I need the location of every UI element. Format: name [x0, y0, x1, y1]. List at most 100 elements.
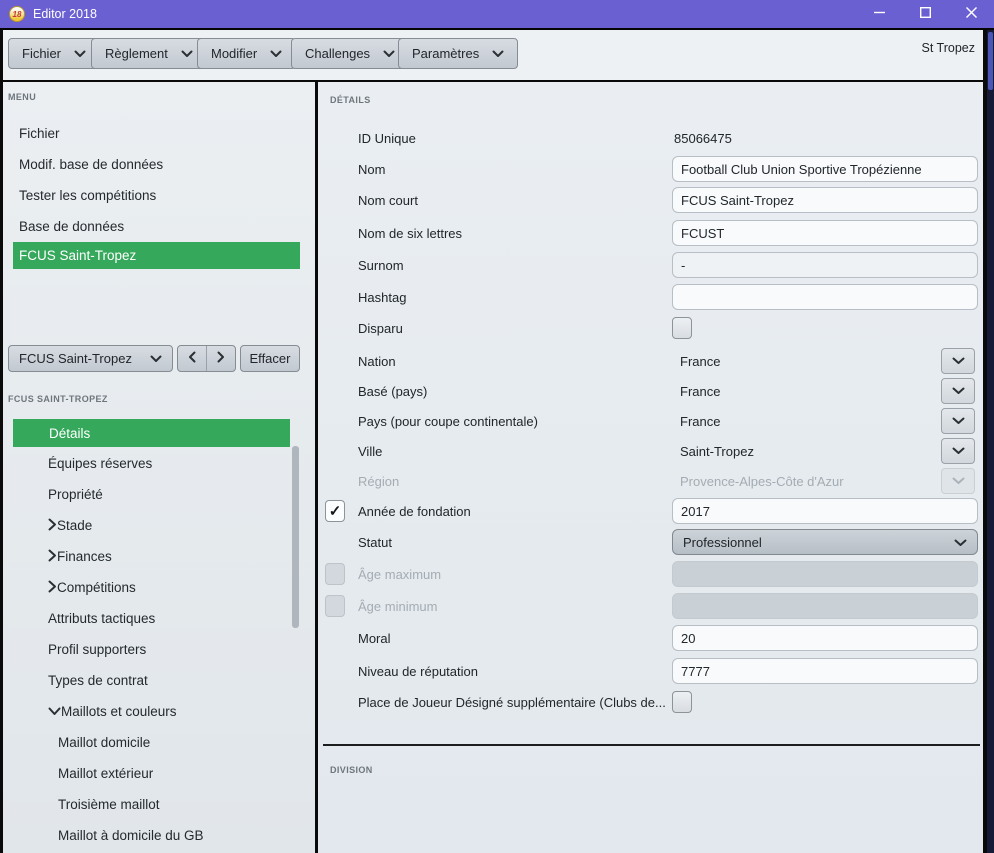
ville-dropdown-button[interactable] [941, 438, 975, 464]
menu-button-label: Règlement [105, 46, 168, 61]
chevron-right-icon [48, 549, 57, 565]
annee-fondation-checkbox[interactable]: ✓ [325, 500, 345, 522]
nom-input[interactable] [672, 156, 978, 182]
page-scrollbar-track[interactable] [987, 30, 994, 853]
statut-select[interactable]: Professionnel [672, 529, 978, 555]
field-row-disparu: Disparu [318, 315, 983, 341]
menu-button-challenges[interactable]: Challenges [291, 38, 410, 69]
base-pays-dropdown-button[interactable] [941, 378, 975, 404]
field-label: Niveau de réputation [358, 663, 478, 679]
surnom-input[interactable] [672, 252, 978, 278]
previous-record-button[interactable] [178, 346, 207, 371]
menu-button-label: Challenges [305, 46, 371, 61]
nation-dropdown-button[interactable] [941, 348, 975, 374]
sidebar-item-label: Base de données [19, 219, 125, 234]
menu-button-fichier[interactable]: Fichier [8, 38, 101, 69]
sidebar-item-modif-base[interactable]: Modif. base de données [3, 149, 315, 180]
disparu-checkbox[interactable] [672, 317, 692, 339]
nav-item-label: Compétitions [57, 580, 136, 595]
sidebar-item-base-donnees[interactable]: Base de données [3, 211, 315, 242]
menu-button-label: Modifier [211, 46, 258, 61]
field-label: Région [358, 473, 400, 489]
field-label: Disparu [358, 320, 403, 336]
sidebar-item-fichier[interactable]: Fichier [3, 118, 315, 149]
sidebar-menu-header: MENU [8, 92, 37, 102]
nav-item-label: Détails [49, 425, 91, 441]
close-button[interactable] [948, 0, 994, 28]
record-selector-value: FCUS Saint-Tropez [19, 351, 132, 366]
menu-button-modifier[interactable]: Modifier [197, 38, 297, 69]
sidebar: MENU Fichier Modif. base de données Test… [3, 82, 315, 853]
reputation-input[interactable] [672, 658, 978, 684]
chevron-down-icon [952, 412, 965, 430]
nav-item-maillot-exterieur[interactable]: Maillot extérieur [3, 758, 298, 789]
field-label: Année de fondation [358, 503, 471, 519]
field-row-nom-six-lettres: Nom de six lettres [318, 220, 983, 246]
nav-item-propriete[interactable]: Propriété [3, 479, 298, 510]
field-label: ID Unique [358, 130, 416, 146]
record-selector-dropdown[interactable]: FCUS Saint-Tropez [8, 345, 173, 372]
field-row-nom: Nom [318, 156, 983, 182]
nav-item-label: Équipes réserves [48, 456, 153, 471]
chevron-down-icon [952, 352, 965, 370]
field-row-hashtag: Hashtag [318, 284, 983, 310]
chevron-right-icon [48, 518, 57, 534]
chevron-down-icon [954, 535, 967, 550]
pays-coupe-dropdown-button[interactable] [941, 408, 975, 434]
field-row-reputation: Niveau de réputation [318, 658, 983, 684]
field-row-nom-court: Nom court [318, 187, 983, 213]
field-row-statut: Statut Professionnel [318, 529, 983, 555]
nav-item-stade[interactable]: Stade [3, 510, 298, 541]
place-joueur-checkbox[interactable] [672, 691, 692, 713]
nav-item-maillot-domicile-gb[interactable]: Maillot à domicile du GB [3, 820, 298, 851]
context-label: St Tropez [921, 41, 976, 55]
sidebar-scrollbar-thumb[interactable] [292, 446, 299, 628]
chevron-down-icon [952, 382, 965, 400]
region-dropdown-button [941, 468, 975, 494]
nav-item-maillot-domicile[interactable]: Maillot domicile [3, 727, 298, 758]
details-panel: DÉTAILS ID Unique 85066475 Nom Nom court… [318, 82, 983, 853]
nom-six-lettres-input[interactable] [672, 220, 978, 246]
field-label: Statut [358, 534, 392, 550]
age-maximum-checkbox [325, 563, 345, 585]
sidebar-item-label: FCUS Saint-Tropez [19, 248, 137, 263]
chevron-down-icon [952, 472, 965, 490]
menu-button-reglement[interactable]: Règlement [91, 38, 207, 69]
region-value: Provence-Alpes-Côte d'Azur [680, 473, 844, 489]
field-row-age-minimum: Âge minimum [318, 593, 983, 619]
field-label: Hashtag [358, 289, 407, 305]
nav-item-details[interactable]: Détails [13, 419, 290, 447]
annee-fondation-input[interactable] [672, 498, 978, 524]
maximize-button[interactable] [902, 0, 948, 28]
nav-item-profil-supporters[interactable]: Profil supporters [3, 634, 298, 665]
nav-item-types-contrat[interactable]: Types de contrat [3, 665, 298, 696]
age-minimum-checkbox [325, 595, 345, 617]
hashtag-input[interactable] [672, 284, 978, 310]
nav-item-finances[interactable]: Finances [3, 541, 298, 572]
chevron-down-icon [74, 50, 86, 58]
field-row-annee-fondation: ✓ Année de fondation [318, 498, 983, 524]
nav-item-competitions[interactable]: Compétitions [3, 572, 298, 603]
menu-button-parametres[interactable]: Paramètres [398, 38, 519, 69]
moral-input[interactable] [672, 625, 978, 651]
field-row-age-maximum: Âge maximum [318, 561, 983, 587]
minimize-button[interactable] [856, 0, 902, 28]
sidebar-section-header: FCUS SAINT-TROPEZ [8, 394, 108, 404]
page-scrollbar-thumb[interactable] [988, 32, 993, 90]
clear-button[interactable]: Effacer [240, 345, 300, 372]
nav-item-maillots-couleurs[interactable]: Maillots et couleurs [3, 696, 298, 727]
title-bar: 18 Editor 2018 [0, 0, 994, 30]
nav-item-equipes-reserves[interactable]: Équipes réserves [3, 448, 298, 479]
nav-item-label: Maillots et couleurs [61, 704, 177, 719]
sidebar-item-tester-competitions[interactable]: Tester les compétitions [3, 180, 315, 211]
nav-item-label: Profil supporters [48, 642, 147, 657]
chevron-down-icon [383, 50, 395, 58]
nation-value: France [680, 353, 721, 369]
nav-item-troisieme-maillot[interactable]: Troisième maillot [3, 789, 298, 820]
nav-item-attributs-tactiques[interactable]: Attributs tactiques [3, 603, 298, 634]
nav-item-label: Propriété [48, 487, 103, 502]
sidebar-item-fcus-saint-tropez[interactable]: FCUS Saint-Tropez [13, 242, 300, 269]
next-record-button[interactable] [207, 346, 235, 371]
nom-court-input[interactable] [672, 187, 978, 213]
field-row-base-pays: Basé (pays) France [318, 378, 983, 404]
